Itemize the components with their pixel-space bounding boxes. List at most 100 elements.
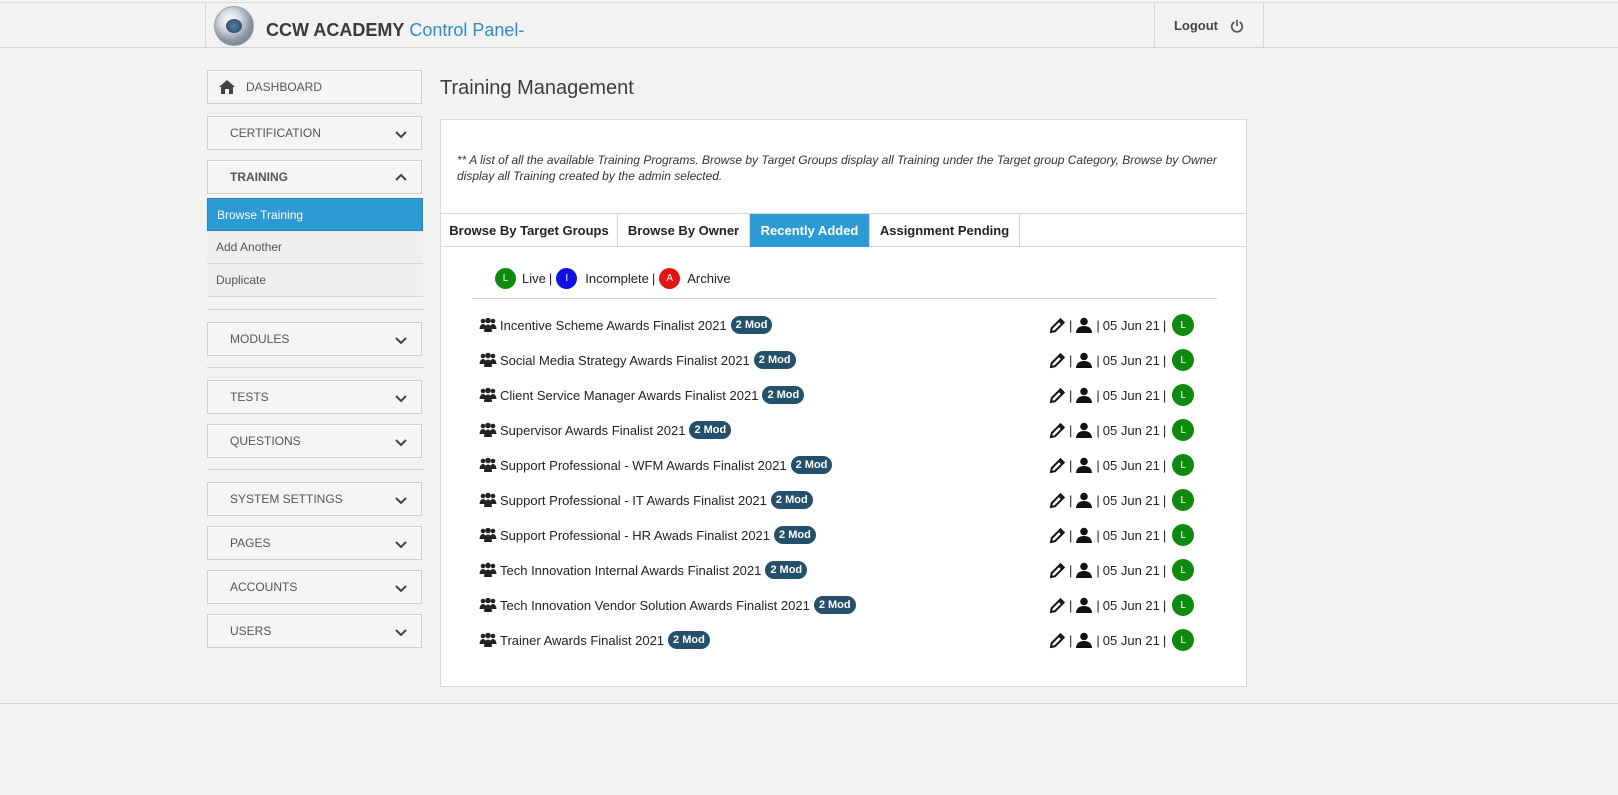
tab-assignment-pending[interactable]: Assignment Pending	[870, 214, 1020, 247]
sidebar-subitem-duplicate[interactable]: Duplicate	[207, 264, 423, 297]
sidebar-item-users[interactable]: USERS	[207, 614, 422, 648]
legend-live-label: Live	[522, 271, 546, 286]
module-count-badge: 2 Mod	[765, 561, 808, 579]
training-title[interactable]: Trainer Awards Finalist 2021	[500, 633, 664, 648]
edit-icon[interactable]	[1049, 352, 1066, 369]
module-count-badge: 2 Mod	[770, 491, 813, 509]
sidebar-item-dashboard[interactable]: DASHBOARD	[207, 70, 422, 104]
user-icon[interactable]	[1075, 527, 1093, 543]
sidebar-item-certification[interactable]: CERTIFICATION	[207, 116, 422, 150]
tab-browse-by-owner[interactable]: Browse By Owner	[618, 214, 750, 247]
user-icon[interactable]	[1075, 597, 1093, 613]
group-icon	[479, 492, 497, 507]
brand-title: CCW ACADEMY Control Panel-	[266, 20, 524, 41]
separator: |	[1096, 352, 1100, 368]
row-meta: | | 05 Jun 21 | L	[1049, 313, 1195, 337]
user-icon[interactable]	[1075, 562, 1093, 578]
row-meta: | | 05 Jun 21 | L	[1049, 418, 1195, 442]
edit-icon[interactable]	[1049, 492, 1066, 509]
training-title[interactable]: Client Service Manager Awards Finalist 2…	[500, 388, 758, 403]
training-title[interactable]: Supervisor Awards Finalist 2021	[500, 423, 685, 438]
home-icon	[219, 80, 235, 94]
chevron-down-icon	[395, 395, 407, 403]
sidebar-item-label: ACCOUNTS	[230, 580, 298, 594]
sidebar-item-label: TRAINING	[230, 170, 288, 184]
group-icon	[479, 352, 497, 367]
edit-icon[interactable]	[1049, 457, 1066, 474]
chevron-up-icon	[395, 173, 407, 181]
live-status-icon: L	[1172, 454, 1195, 476]
edit-icon[interactable]	[1049, 527, 1066, 544]
chevron-down-icon	[395, 629, 407, 637]
training-title[interactable]: Support Professional - WFM Awards Finali…	[500, 458, 787, 473]
sidebar-item-system-settings[interactable]: SYSTEM SETTINGS	[207, 482, 422, 516]
training-row: Social Media Strategy Awards Finalist 20…	[479, 348, 1249, 372]
training-title[interactable]: Incentive Scheme Awards Finalist 2021	[500, 318, 727, 333]
row-meta: | | 05 Jun 21 | L	[1049, 453, 1195, 477]
group-icon	[479, 597, 497, 612]
training-date: 05 Jun 21	[1102, 632, 1160, 648]
separator: |	[1162, 562, 1167, 578]
training-title[interactable]: Tech Innovation Internal Awards Finalist…	[500, 563, 761, 578]
live-status-icon: L	[1172, 349, 1195, 371]
sidebar-item-label: DASHBOARD	[246, 80, 323, 94]
training-date: 05 Jun 21	[1102, 387, 1160, 403]
archive-status-icon: A	[659, 268, 681, 289]
module-count-badge: 2 Mod	[813, 596, 856, 614]
training-panel: ** A list of all the available Training …	[440, 119, 1247, 687]
training-title[interactable]: Support Professional - HR Awads Finalist…	[500, 528, 770, 543]
separator: |	[1162, 317, 1167, 333]
edit-icon[interactable]	[1049, 387, 1066, 404]
sidebar-item-label: USERS	[230, 624, 272, 638]
training-title[interactable]: Tech Innovation Vendor Solution Awards F…	[500, 598, 810, 613]
training-date: 05 Jun 21	[1102, 492, 1160, 508]
separator: |	[1162, 457, 1167, 473]
edit-icon[interactable]	[1049, 562, 1066, 579]
training-row: Tech Innovation Internal Awards Finalist…	[479, 558, 1249, 582]
edit-icon[interactable]	[1049, 632, 1066, 649]
separator: |	[1162, 632, 1167, 648]
training-date: 05 Jun 21	[1102, 422, 1160, 438]
sidebar-item-training[interactable]: TRAINING	[207, 160, 422, 194]
training-date: 05 Jun 21	[1102, 457, 1160, 473]
brand-sub-text: Control Panel-	[409, 20, 525, 40]
edit-icon[interactable]	[1049, 597, 1066, 614]
user-icon[interactable]	[1075, 422, 1093, 438]
edit-icon[interactable]	[1049, 317, 1066, 334]
tab-recently-added[interactable]: Recently Added	[750, 214, 870, 247]
sidebar-subitem-add-another[interactable]: Add Another	[207, 231, 423, 264]
module-count-badge: 2 Mod	[762, 386, 805, 404]
user-icon[interactable]	[1075, 352, 1093, 368]
logout-button[interactable]: Logout	[1154, 3, 1264, 48]
sidebar-item-accounts[interactable]: ACCOUNTS	[207, 570, 422, 604]
user-icon[interactable]	[1075, 492, 1093, 508]
separator: |	[1069, 387, 1073, 403]
row-meta: | | 05 Jun 21 | L	[1049, 348, 1195, 372]
sidebar-subitem-browse-training[interactable]: Browse Training	[207, 198, 423, 231]
separator: |	[1162, 422, 1167, 438]
training-title[interactable]: Support Professional - IT Awards Finalis…	[500, 493, 767, 508]
tab-browse-by-target-groups[interactable]: Browse By Target Groups	[441, 214, 618, 247]
sidebar-item-tests[interactable]: TESTS	[207, 380, 422, 414]
module-count-badge: 2 Mod	[753, 351, 796, 369]
user-icon[interactable]	[1075, 317, 1093, 333]
separator: |	[1162, 527, 1167, 543]
sidebar-item-label: MODULES	[230, 332, 290, 346]
sidebar-item-label: SYSTEM SETTINGS	[230, 492, 343, 506]
sidebar-item-questions[interactable]: QUESTIONS	[207, 424, 422, 458]
separator: |	[1069, 352, 1073, 368]
separator: |	[1069, 527, 1073, 543]
row-meta: | | 05 Jun 21 | L	[1049, 523, 1195, 547]
sidebar-subitem-label: Browse Training	[217, 207, 304, 222]
user-icon[interactable]	[1075, 632, 1093, 648]
user-icon[interactable]	[1075, 457, 1093, 473]
training-row: Support Professional - HR Awads Finalist…	[479, 523, 1249, 547]
separator: |	[1069, 492, 1073, 508]
sidebar-subitem-label: Duplicate	[216, 273, 267, 287]
edit-icon[interactable]	[1049, 422, 1066, 439]
user-icon[interactable]	[1075, 387, 1093, 403]
sidebar-item-modules[interactable]: MODULES	[207, 322, 422, 356]
sidebar-item-pages[interactable]: PAGES	[207, 526, 422, 560]
legend-incomplete-label: Incomplete	[585, 271, 649, 286]
training-title[interactable]: Social Media Strategy Awards Finalist 20…	[500, 353, 750, 368]
